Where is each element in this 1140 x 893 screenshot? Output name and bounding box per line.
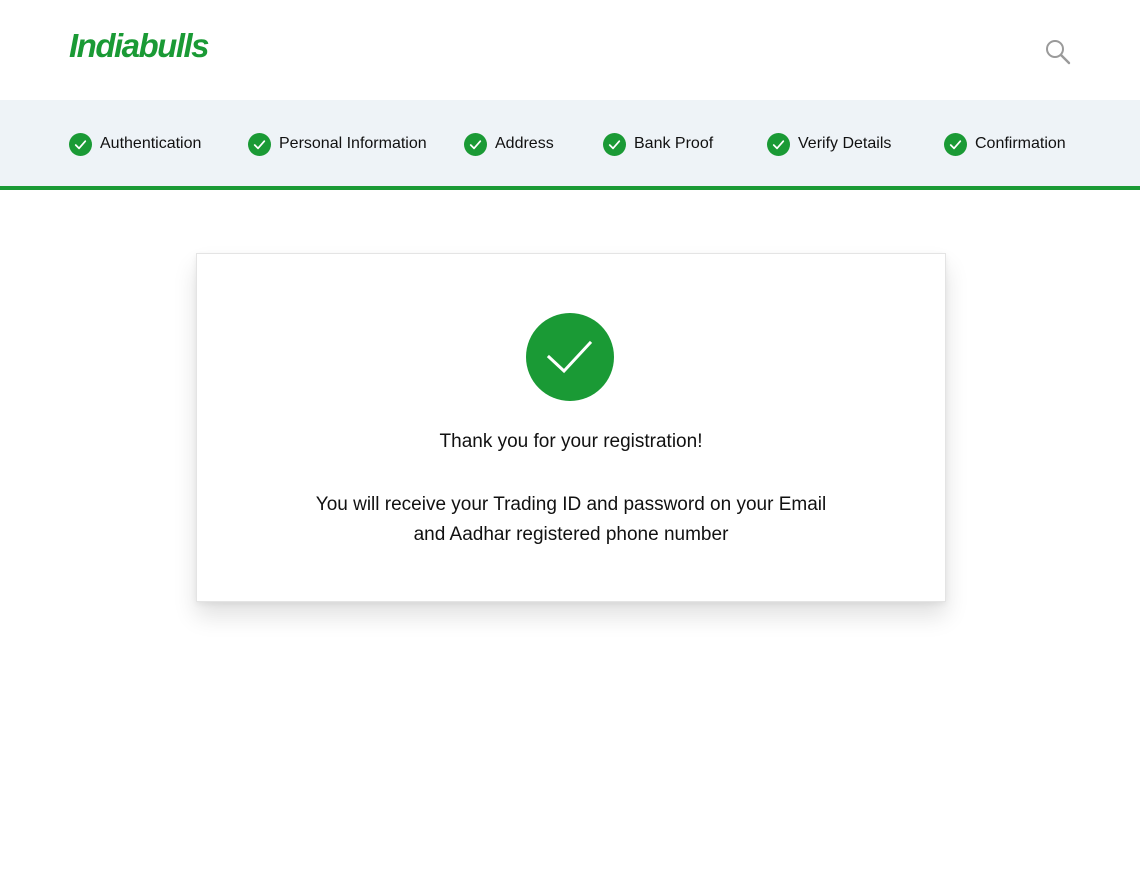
step-verify-details[interactable]: Verify Details (767, 132, 891, 156)
step-confirmation[interactable]: Confirmation (944, 132, 1066, 156)
step-address[interactable]: Address (464, 132, 554, 156)
search-icon (1046, 40, 1071, 65)
step-label: Bank Proof (634, 135, 714, 152)
confirmation-message-line-2: and Aadhar registered phone number (413, 524, 729, 545)
confirmation-card: Thank you for your registration! You wil… (196, 253, 946, 602)
check-circle-icon (603, 132, 626, 156)
check-circle-icon (248, 132, 271, 156)
step-label: Authentication (100, 135, 202, 152)
step-authentication[interactable]: Authentication (69, 132, 201, 156)
step-label: Verify Details (798, 135, 892, 152)
search-button[interactable] (1044, 38, 1072, 66)
success-check-icon (526, 313, 614, 401)
step-label: Confirmation (975, 135, 1066, 152)
step-label: Address (495, 135, 554, 152)
step-bank-proof[interactable]: Bank Proof (603, 132, 713, 156)
check-circle-icon (944, 132, 967, 156)
step-label: Personal Information (279, 135, 427, 152)
top-header: Indiabulls (0, 0, 1140, 100)
check-circle-icon (69, 132, 92, 156)
registration-progress-steps: Authentication Personal Information Addr… (0, 100, 1140, 190)
check-circle-icon (767, 132, 790, 156)
check-circle-icon (464, 132, 487, 156)
confirmation-message: You will receive your Trading ID and pas… (291, 490, 851, 550)
confirmation-message-line-1: You will receive your Trading ID and pas… (315, 494, 827, 515)
confirmation-title: Thank you for your registration! (439, 431, 703, 452)
indiabulls-logo[interactable]: Indiabulls (69, 26, 210, 66)
step-personal-information[interactable]: Personal Information (248, 132, 427, 156)
